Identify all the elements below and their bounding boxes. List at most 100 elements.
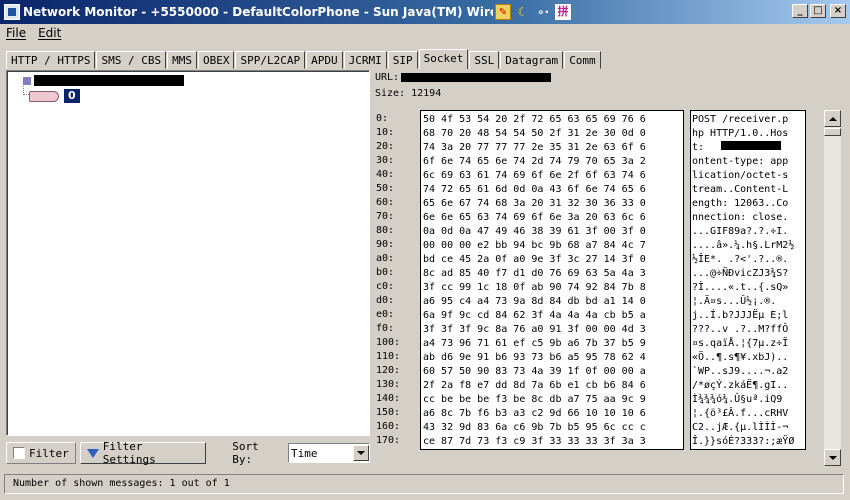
tab-comm[interactable]: Comm: [564, 51, 601, 69]
tab-apdu[interactable]: APDU: [306, 51, 343, 69]
maximize-icon[interactable]: □: [810, 4, 826, 18]
sort-by-select[interactable]: Time: [287, 443, 370, 463]
ascii-line: Î.}}sóÉ?333?:;æŸØ: [692, 436, 795, 447]
hex-line: 50 4f 53 54 20 2f 72 65 63 65 69 76 6: [423, 114, 646, 125]
hex-offset: 30:: [376, 155, 395, 166]
ascii-line: «Ö..¶.s¶¥.xbJ)..: [692, 352, 789, 363]
sort-by-value: Time: [290, 446, 318, 460]
hex-offset: 90:: [376, 239, 395, 250]
scroll-down-icon[interactable]: [824, 449, 841, 466]
filter-checkbox-label: Filter: [29, 446, 69, 460]
hex-line: 6f 6e 74 65 6e 74 2d 74 79 70 65 3a 2: [423, 156, 646, 167]
ascii-line: Ì¾¾¾ó¾.Û§uª.iQ9: [692, 394, 783, 405]
redacted-address: [34, 75, 184, 86]
tray-icons: ✎ ☾ ∘· 拼: [495, 4, 571, 20]
ascii-line: ...GIF89a?.?.÷I.: [692, 226, 789, 237]
ascii-line: ontent-type: app: [692, 156, 789, 167]
moon-icon[interactable]: ☾: [515, 4, 531, 20]
pinyin-icon[interactable]: 拼: [555, 4, 571, 20]
tab-sip[interactable]: SIP: [387, 51, 418, 69]
hex-line: 00 00 00 e2 bb 94 bc 9b 68 a7 84 4c 7: [423, 240, 646, 251]
window-title: Network Monitor - +5550000 - DefaultColo…: [23, 5, 493, 19]
hex-line: cc be be be f3 be 8c db a7 75 aa 9c 9: [423, 394, 646, 405]
tab-sms[interactable]: SMS / CBS: [96, 51, 167, 69]
tab-jcrmi[interactable]: JCRMI: [343, 51, 387, 69]
hex-offset: 60:: [376, 197, 395, 208]
hex-line: 8c ad 85 40 f7 d1 d0 76 69 63 5a 4a 3: [423, 268, 646, 279]
redacted-host: [721, 141, 781, 150]
close-icon[interactable]: ×: [830, 4, 846, 18]
url-row: URL:: [375, 72, 552, 83]
ascii-line: lication/octet-s: [692, 170, 789, 181]
hex-line: a6 8c 7b f6 b3 a3 c2 9d 66 10 10 10 6: [423, 408, 646, 419]
message-icon: [29, 90, 59, 102]
hex-line: 74 3a 20 77 77 77 2e 35 31 2e 63 6f 6: [423, 142, 646, 153]
message-tree[interactable]: 0: [6, 70, 370, 436]
hex-offset: c0:: [376, 281, 395, 292]
filter-checkbox[interactable]: Filter: [6, 442, 76, 464]
ascii-line: POST /receiver.p: [692, 114, 789, 125]
menu-file[interactable]: File: [6, 26, 26, 40]
hex-offset: e0:: [376, 309, 395, 320]
hex-offset: 130:: [376, 379, 401, 390]
ascii-line: /*øçÝ.zkáË¶.gI..: [692, 380, 789, 391]
filter-settings-button[interactable]: Filter Settings: [79, 440, 207, 466]
ascii-line: `WP..sJ9....¬.a2: [692, 366, 789, 377]
tab-socket[interactable]: Socket: [418, 49, 469, 69]
hex-bytes: 50 4f 53 54 20 2f 72 65 63 65 69 76 6 68 …: [421, 111, 683, 449]
ascii-line: ¤s.qaïÅ.¦{7µ.z÷Ï: [692, 338, 789, 349]
tab-ssl[interactable]: SSL: [469, 51, 500, 69]
hex-offset: 140:: [376, 393, 401, 404]
status-bar: Number of shown messages: 1 out of 1: [4, 474, 844, 494]
tree-node-label: 0: [64, 89, 80, 103]
hex-line: 68 70 20 48 54 54 50 2f 31 2e 30 0d 0: [423, 128, 646, 139]
tab-datagram[interactable]: Datagram: [500, 51, 564, 69]
tree-child-node[interactable]: 0: [23, 81, 80, 103]
ascii-line: ½ÎE*. .?<'.?..®.: [692, 254, 789, 265]
hex-offset: b0:: [376, 267, 395, 278]
ime-icon[interactable]: ✎: [495, 4, 511, 20]
hex-offset: d0:: [376, 295, 395, 306]
hex-bytes-panel[interactable]: 50 4f 53 54 20 2f 72 65 63 65 69 76 6 68 …: [420, 110, 684, 450]
ascii-line: nnection: close.: [692, 212, 789, 223]
tab-mms[interactable]: MMS: [167, 51, 197, 69]
ascii-line: ..­.@÷ÑÐvicZJ3¾S?: [692, 268, 789, 279]
sort-by-label: Sort By:: [232, 440, 259, 466]
hex-offset: 110:: [376, 351, 401, 362]
vertical-scrollbar[interactable]: [824, 110, 841, 466]
ascii-line: ength: 12063..Co: [692, 198, 789, 209]
filter-bar: Filter Filter Settings Sort By: Time: [6, 440, 370, 466]
tab-http[interactable]: HTTP / HTTPS: [6, 51, 96, 69]
tab-spp[interactable]: SPP/L2CAP: [235, 51, 306, 69]
hex-line: 6e 6e 65 63 74 69 6f 6e 3a 20 63 6c 6: [423, 212, 646, 223]
hex-offset: 100:: [376, 337, 401, 348]
hex-line: a4 73 96 71 61 ef c5 9b a6 7b 37 b5 9: [423, 338, 646, 349]
hex-line: 65 6e 67 74 68 3a 20 31 32 30 36 33 0: [423, 198, 646, 209]
ascii-line: ?Ì....«.t..{.sQ»: [692, 282, 789, 293]
hex-offset: 80:: [376, 225, 395, 236]
hex-line: 60 57 50 90 83 73 4a 39 1f 0f 00 00 a: [423, 366, 646, 377]
redacted-url: [401, 73, 552, 82]
url-label: URL:: [375, 72, 400, 83]
hex-offset: 120:: [376, 365, 401, 376]
tab-obex[interactable]: OBEX: [197, 51, 235, 69]
hex-dump: 0: 10: 20: 30: 40: 50: 60: 70: 80: 90: a0: b0: c0: d0…: [374, 110, 844, 466]
hex-line: 3f 3f 3f 9c 8a 76 a0 91 3f 00 00 4d 3: [423, 324, 646, 335]
hex-offset: 170:: [376, 435, 401, 446]
ascii-panel[interactable]: POST /receiver.php HTTP/1.0..Host: ..Con…: [690, 110, 806, 450]
app-icon: [4, 4, 20, 20]
scroll-thumb[interactable]: [824, 128, 841, 136]
offset-column: 0: 10: 20: 30: 40: 50: 60: 70: 80: 90: a0: b0: c0: d0…: [376, 112, 400, 448]
minimize-icon[interactable]: _: [792, 4, 808, 18]
tree-connector: [23, 81, 29, 95]
hex-line: 0a 0d 0a 47 49 46 38 39 61 3f 00 3f 0: [423, 226, 646, 237]
menu-edit[interactable]: Edit: [38, 26, 61, 40]
hex-offset: 70:: [376, 211, 395, 222]
tree-root-node[interactable]: [23, 75, 184, 86]
chevron-down-icon[interactable]: [353, 445, 369, 461]
dots-icon[interactable]: ∘·: [535, 4, 551, 20]
hex-line: a6 95 c4 a4 73 9a 8d 84 db bd a1 14 0: [423, 296, 646, 307]
ascii-line: ¦.{ö³£Â.f...cRHV: [692, 408, 789, 419]
hex-line: 74 72 65 61 6d 0d 0a 43 6f 6e 74 65 6: [423, 184, 646, 195]
scroll-up-icon[interactable]: [824, 110, 841, 127]
